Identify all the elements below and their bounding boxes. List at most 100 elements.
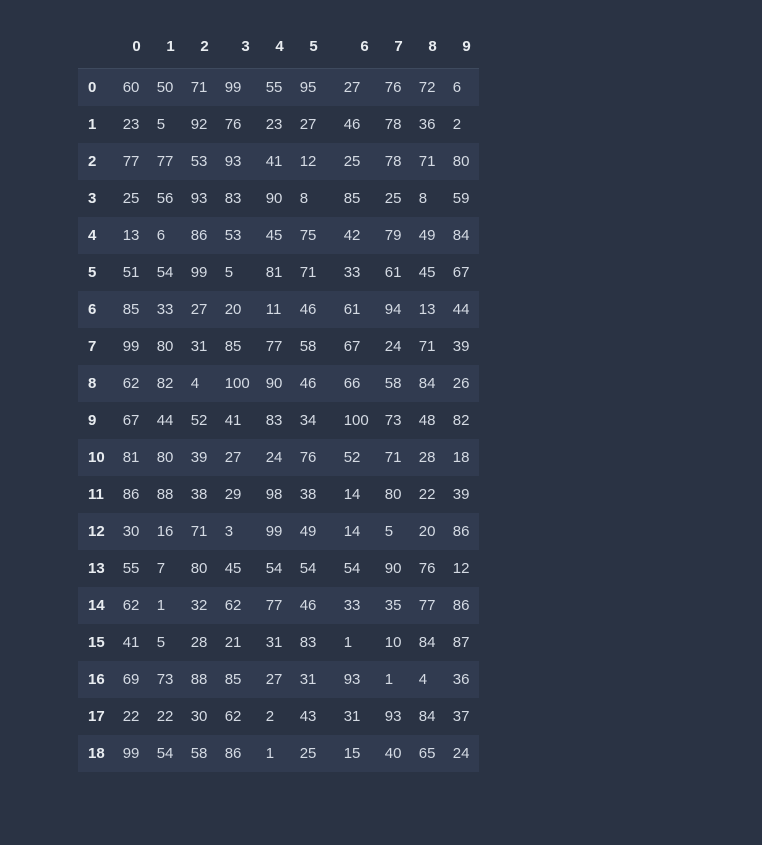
- row-header: 4: [78, 217, 115, 254]
- table-cell: 5: [377, 513, 411, 550]
- table-cell: 1: [377, 661, 411, 698]
- table-cell: 76: [377, 69, 411, 107]
- table-header-row: 0123456789: [78, 28, 479, 69]
- row-header: 16: [78, 661, 115, 698]
- table-cell: 16: [149, 513, 183, 550]
- table-cell: 99: [115, 328, 149, 365]
- table-cell: 71: [292, 254, 326, 291]
- table-cell: 14: [326, 513, 377, 550]
- table-row: 799803185775867247139: [78, 328, 479, 365]
- table-cell: 42: [326, 217, 377, 254]
- table-cell: 29: [217, 476, 258, 513]
- table-cell: 56: [149, 180, 183, 217]
- table-cell: 27: [217, 439, 258, 476]
- table-cell: 58: [292, 328, 326, 365]
- table-cell: 71: [377, 439, 411, 476]
- table-cell: 65: [411, 735, 445, 772]
- table-cell: 22: [115, 698, 149, 735]
- table-cell: 25: [115, 180, 149, 217]
- table-cell: 71: [411, 328, 445, 365]
- table-cell: 25: [292, 735, 326, 772]
- table-cell: 80: [183, 550, 217, 587]
- table-cell: 80: [377, 476, 411, 513]
- table-cell: 86: [445, 513, 479, 550]
- table-cell: 6: [149, 217, 183, 254]
- table-cell: 45: [217, 550, 258, 587]
- table-row: 9674452418334100734882: [78, 402, 479, 439]
- table-cell: 77: [149, 143, 183, 180]
- table-cell: 88: [183, 661, 217, 698]
- row-header: 3: [78, 180, 115, 217]
- table-cell: 54: [258, 550, 292, 587]
- table-cell: 33: [326, 254, 377, 291]
- row-header: 7: [78, 328, 115, 365]
- table-cell: 76: [217, 106, 258, 143]
- table-cell: 100: [217, 365, 258, 402]
- column-header: 3: [217, 28, 258, 69]
- table-cell: 50: [149, 69, 183, 107]
- table-cell: 81: [115, 439, 149, 476]
- table-row: 146213262774633357786: [78, 587, 479, 624]
- table-cell: 30: [183, 698, 217, 735]
- table-cell: 32: [183, 587, 217, 624]
- table-cell: 1: [258, 735, 292, 772]
- table-cell: 31: [326, 698, 377, 735]
- table-cell: 85: [326, 180, 377, 217]
- table-cell: 28: [183, 624, 217, 661]
- table-cell: 41: [258, 143, 292, 180]
- table-cell: 90: [258, 180, 292, 217]
- table-cell: 87: [445, 624, 479, 661]
- table-cell: 86: [115, 476, 149, 513]
- column-header: 2: [183, 28, 217, 69]
- table-cell: 33: [326, 587, 377, 624]
- row-header: 6: [78, 291, 115, 328]
- table-cell: 11: [258, 291, 292, 328]
- table-cell: 24: [377, 328, 411, 365]
- table-cell: 58: [183, 735, 217, 772]
- table-cell: 54: [326, 550, 377, 587]
- table-cell: 35: [377, 587, 411, 624]
- table-cell: 100: [326, 402, 377, 439]
- column-header: 6: [326, 28, 377, 69]
- table-cell: 12: [292, 143, 326, 180]
- table-cell: 71: [411, 143, 445, 180]
- row-header: 10: [78, 439, 115, 476]
- column-header: 1: [149, 28, 183, 69]
- table-cell: 33: [149, 291, 183, 328]
- table-cell: 77: [115, 143, 149, 180]
- table-row: 41368653457542794984: [78, 217, 479, 254]
- table-cell: 8: [411, 180, 445, 217]
- table-cell: 20: [217, 291, 258, 328]
- table-cell: 39: [445, 328, 479, 365]
- table-cell: 90: [258, 365, 292, 402]
- table-cell: 41: [217, 402, 258, 439]
- table-cell: 85: [217, 661, 258, 698]
- table-cell: 86: [445, 587, 479, 624]
- table-cell: 62: [217, 587, 258, 624]
- table-cell: 51: [115, 254, 149, 291]
- table-cell: 24: [445, 735, 479, 772]
- table-cell: 93: [183, 180, 217, 217]
- corner-cell: [78, 28, 115, 69]
- table-cell: 4: [183, 365, 217, 402]
- table-cell: 62: [115, 365, 149, 402]
- table-cell: 94: [377, 291, 411, 328]
- table-cell: 52: [326, 439, 377, 476]
- table-row: 189954588612515406524: [78, 735, 479, 772]
- table-cell: 59: [445, 180, 479, 217]
- table-cell: 98: [258, 476, 292, 513]
- table-cell: 86: [217, 735, 258, 772]
- table-cell: 62: [217, 698, 258, 735]
- table-cell: 99: [217, 69, 258, 107]
- table-cell: 83: [292, 624, 326, 661]
- table-cell: 12: [445, 550, 479, 587]
- table-container: 0123456789 06050719955952776726123592762…: [0, 0, 762, 772]
- table-cell: 85: [217, 328, 258, 365]
- table-cell: 38: [292, 476, 326, 513]
- table-cell: 5: [149, 624, 183, 661]
- table-cell: 46: [292, 365, 326, 402]
- table-cell: 54: [149, 735, 183, 772]
- table-cell: 77: [411, 587, 445, 624]
- table-cell: 84: [411, 365, 445, 402]
- table-cell: 85: [115, 291, 149, 328]
